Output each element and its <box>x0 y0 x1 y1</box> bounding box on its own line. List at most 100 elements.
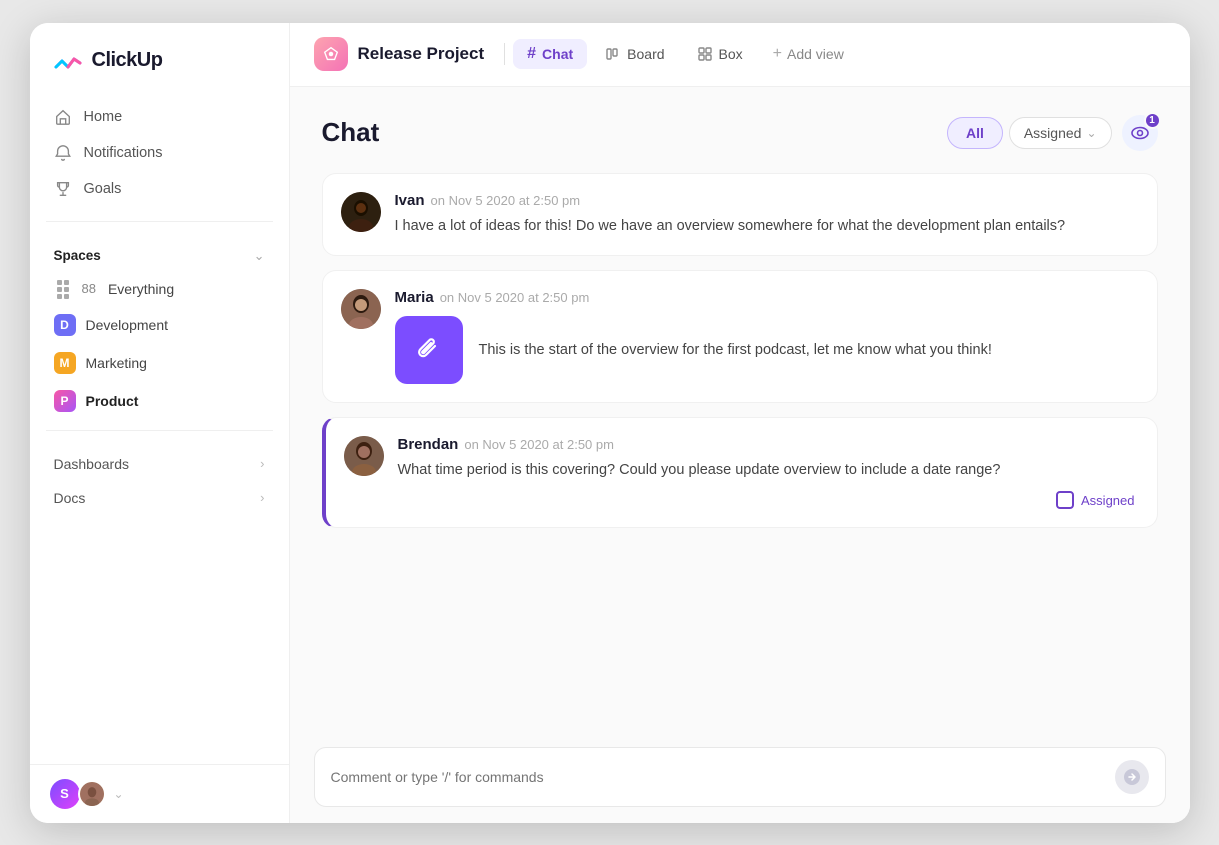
message-maria: Maria on Nov 5 2020 at 2:50 pm This is t… <box>322 270 1158 403</box>
sidebar-item-docs[interactable]: Docs › <box>42 481 277 515</box>
notification-watch-button[interactable]: 1 <box>1122 115 1158 151</box>
spaces-title: Spaces <box>54 248 101 263</box>
ivan-avatar-icon <box>341 192 381 232</box>
sidebar-item-product[interactable]: P Product <box>30 382 289 420</box>
sidebar-item-goals[interactable]: Goals <box>42 171 277 207</box>
app-container: ClickUp Home Notifications <box>30 23 1190 823</box>
send-icon <box>1123 768 1141 786</box>
msg-meta-maria: Maria on Nov 5 2020 at 2:50 pm <box>395 289 1135 306</box>
message-ivan: Ivan on Nov 5 2020 at 2:50 pm I have a l… <box>322 173 1158 256</box>
bell-icon <box>54 144 72 162</box>
goals-label: Goals <box>84 181 122 197</box>
msg-time-maria: on Nov 5 2020 at 2:50 pm <box>440 290 590 305</box>
tab-box-label: Box <box>719 46 743 62</box>
product-label: Product <box>86 393 139 409</box>
msg-content-brendan: Brendan on Nov 5 2020 at 2:50 pm What ti… <box>398 436 1135 509</box>
brendan-avatar-icon <box>344 436 384 476</box>
development-label: Development <box>86 317 169 333</box>
marketing-badge: M <box>54 352 76 374</box>
home-label: Home <box>84 109 123 125</box>
msg-author-brendan: Brendan <box>398 436 459 453</box>
grid-icon <box>54 280 72 298</box>
msg-attachment-maria: This is the start of the overview for th… <box>395 316 1135 384</box>
sidebar: ClickUp Home Notifications <box>30 23 290 823</box>
msg-author-ivan: Ivan <box>395 192 425 209</box>
project-title: Release Project <box>358 44 485 64</box>
msg-author-maria: Maria <box>395 289 434 306</box>
add-view-button[interactable]: + Add view <box>761 39 856 69</box>
avatar-brendan <box>344 436 384 476</box>
add-view-label: Add view <box>787 46 844 62</box>
filter-assigned-button[interactable]: Assigned ⌄ <box>1009 117 1112 149</box>
product-badge: P <box>54 390 76 412</box>
assigned-label: Assigned <box>1081 493 1134 508</box>
chat-area: Chat All Assigned ⌄ 1 <box>290 87 1190 735</box>
sidebar-item-everything[interactable]: 88 Everything <box>30 272 289 306</box>
notification-badge: 1 <box>1144 112 1161 129</box>
sidebar-sections: Dashboards › Docs › <box>30 441 289 521</box>
chat-header: Chat All Assigned ⌄ 1 <box>322 115 1158 151</box>
tab-board-label: Board <box>627 46 664 62</box>
tab-chat[interactable]: # Chat <box>513 39 587 69</box>
user-avatar-secondary[interactable] <box>78 780 106 808</box>
notifications-label: Notifications <box>84 145 163 161</box>
comment-input[interactable] <box>331 769 1105 785</box>
filter-chevron-icon: ⌄ <box>1086 126 1096 140</box>
trophy-icon <box>54 180 72 198</box>
filter-all-button[interactable]: All <box>947 117 1003 149</box>
msg-content-ivan: Ivan on Nov 5 2020 at 2:50 pm I have a l… <box>395 192 1135 237</box>
msg-meta-brendan: Brendan on Nov 5 2020 at 2:50 pm <box>398 436 1135 453</box>
board-icon <box>605 46 621 62</box>
avatar-face-icon <box>80 780 104 808</box>
paperclip-icon <box>413 334 445 366</box>
box-icon <box>697 46 713 62</box>
avatar-maria <box>341 289 381 329</box>
everything-label: Everything <box>108 281 174 297</box>
sidebar-item-development[interactable]: D Development <box>30 306 289 344</box>
avatar-ivan <box>341 192 381 232</box>
sidebar-item-marketing[interactable]: M Marketing <box>30 344 289 382</box>
plus-icon: + <box>773 45 782 63</box>
comment-send-button[interactable] <box>1115 760 1149 794</box>
divider-1 <box>46 221 273 222</box>
everything-count: 88 <box>82 281 96 296</box>
maria-avatar-icon <box>341 289 381 329</box>
spaces-header: Spaces ⌄ <box>30 232 289 272</box>
footer-chevron-icon[interactable]: ⌄ <box>114 787 124 801</box>
attachment-text-maria: This is the start of the overview for th… <box>479 339 992 361</box>
chat-filters: All Assigned ⌄ <box>947 117 1112 149</box>
comment-bar <box>290 735 1190 823</box>
spaces-chevron-icon[interactable]: ⌄ <box>254 248 265 264</box>
tab-divider-1 <box>504 43 505 65</box>
user-initial: S <box>60 786 69 801</box>
sidebar-logo: ClickUp <box>30 23 289 95</box>
sidebar-footer: S ⌄ <box>30 764 289 823</box>
attachment-icon[interactable] <box>395 316 463 384</box>
msg-content-maria: Maria on Nov 5 2020 at 2:50 pm This is t… <box>395 289 1135 384</box>
chat-hash-icon: # <box>527 45 536 63</box>
user-avatar-s[interactable]: S <box>50 779 80 809</box>
clickup-logo-icon <box>52 45 84 77</box>
msg-meta-ivan: Ivan on Nov 5 2020 at 2:50 pm <box>395 192 1135 209</box>
sidebar-item-notifications[interactable]: Notifications <box>42 135 277 171</box>
msg-time-brendan: on Nov 5 2020 at 2:50 pm <box>464 437 614 452</box>
main-content: Release Project # Chat Board <box>290 23 1190 823</box>
divider-2 <box>46 430 273 431</box>
docs-chevron-icon: › <box>260 490 264 505</box>
comment-input-wrap <box>314 747 1166 807</box>
msg-time-ivan: on Nov 5 2020 at 2:50 pm <box>431 193 581 208</box>
assigned-checkbox[interactable] <box>1056 491 1074 509</box>
sidebar-item-dashboards[interactable]: Dashboards › <box>42 447 277 481</box>
sidebar-nav: Home Notifications Goals <box>30 95 289 211</box>
development-badge: D <box>54 314 76 336</box>
logo-text: ClickUp <box>92 49 163 72</box>
tab-box[interactable]: Box <box>683 40 757 68</box>
sidebar-item-home[interactable]: Home <box>42 99 277 135</box>
chat-header-right: All Assigned ⌄ 1 <box>947 115 1158 151</box>
tab-board[interactable]: Board <box>591 40 678 68</box>
marketing-label: Marketing <box>86 355 147 371</box>
msg-text-brendan: What time period is this covering? Could… <box>398 459 1135 481</box>
release-project-icon <box>322 45 340 63</box>
home-icon <box>54 108 72 126</box>
dashboards-label: Dashboards <box>54 456 130 472</box>
